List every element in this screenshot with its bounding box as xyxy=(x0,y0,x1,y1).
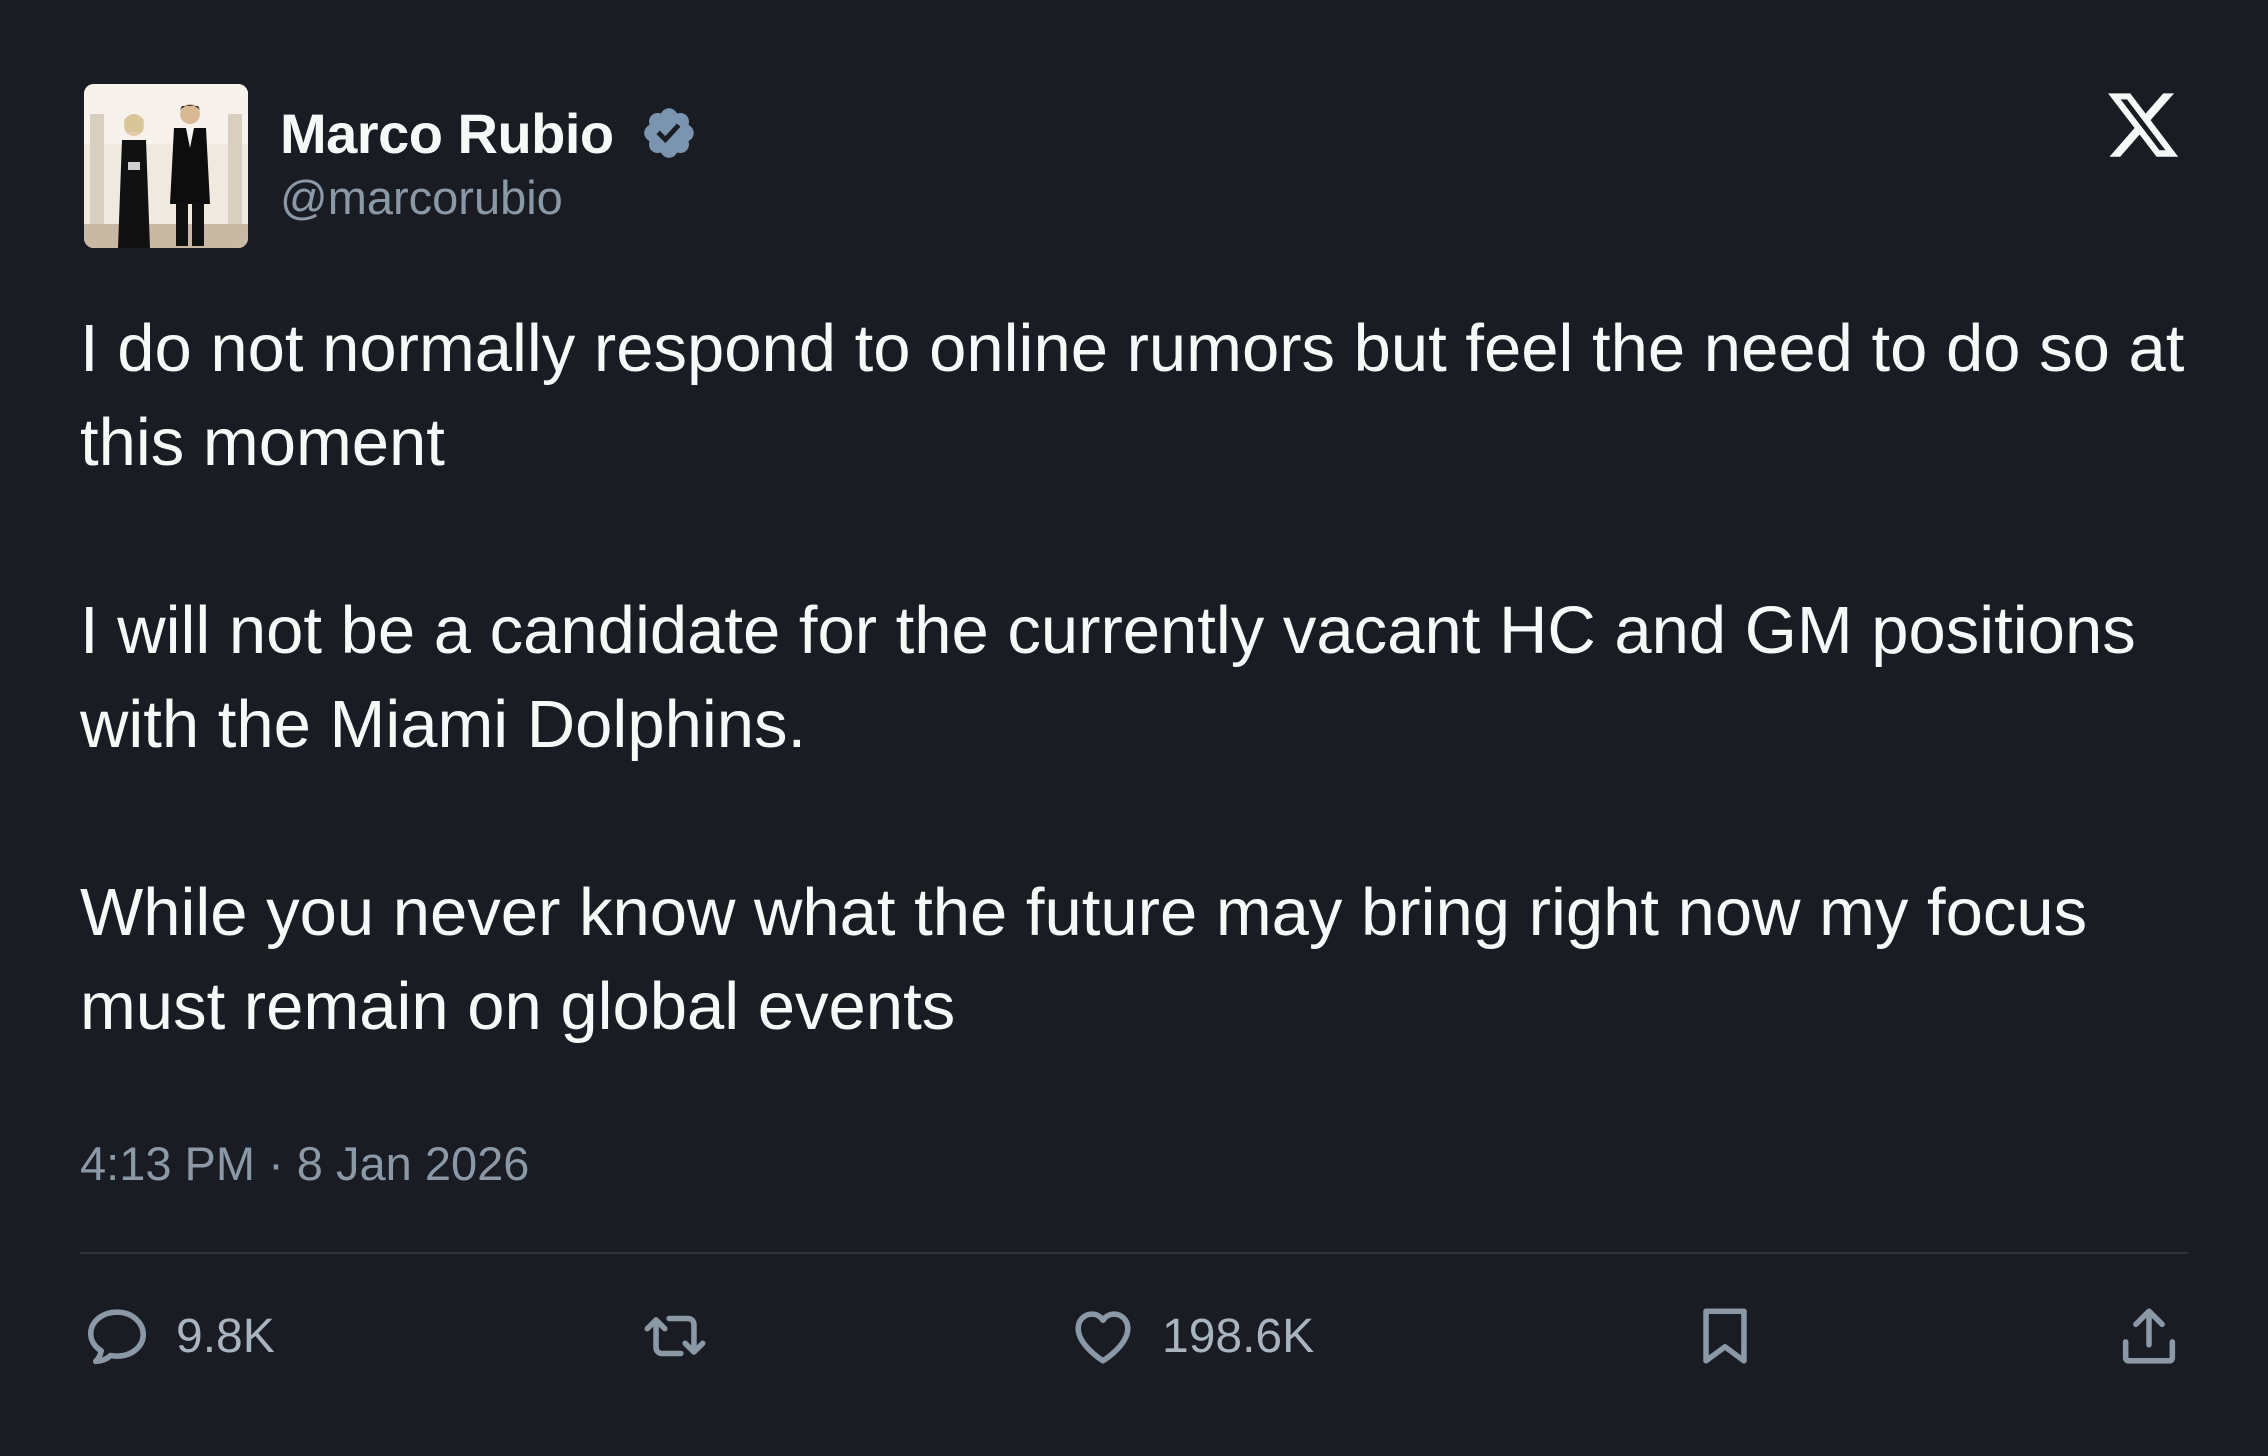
reply-icon xyxy=(87,1309,147,1365)
like-button[interactable]: 198.6K xyxy=(1068,1296,1314,1376)
retweet-button[interactable] xyxy=(640,1296,710,1376)
reply-button[interactable]: 9.8K xyxy=(82,1296,275,1376)
post-paragraph: I do not normally respond to online rumo… xyxy=(80,311,2185,480)
verified-badge-icon[interactable] xyxy=(640,104,698,162)
post-body: I do not normally respond to online rumo… xyxy=(80,302,2200,1054)
heart-icon xyxy=(1075,1311,1131,1364)
bookmark-icon xyxy=(1703,1308,1747,1364)
avatar-photo xyxy=(84,84,248,248)
author-handle[interactable]: @marcorubio xyxy=(280,170,563,225)
like-count: 198.6K xyxy=(1162,1309,1315,1363)
post-paragraph: I will not be a candidate for the curren… xyxy=(80,593,2136,762)
author-name-row: Marco Rubio xyxy=(280,98,698,168)
share-button[interactable] xyxy=(2114,1296,2184,1376)
author-display-name[interactable]: Marco Rubio xyxy=(280,101,614,166)
post-timestamp[interactable]: 4:13 PM · 8 Jan 2026 xyxy=(80,1136,529,1191)
bookmark-button[interactable] xyxy=(1690,1296,1760,1376)
divider xyxy=(80,1252,2188,1254)
share-icon xyxy=(2122,1308,2176,1364)
retweet-icon xyxy=(644,1315,706,1357)
post-paragraph: While you never know what the future may… xyxy=(80,875,2088,1044)
reply-count: 9.8K xyxy=(176,1309,275,1363)
avatar[interactable] xyxy=(84,84,248,248)
x-logo-icon[interactable] xyxy=(2104,86,2182,164)
